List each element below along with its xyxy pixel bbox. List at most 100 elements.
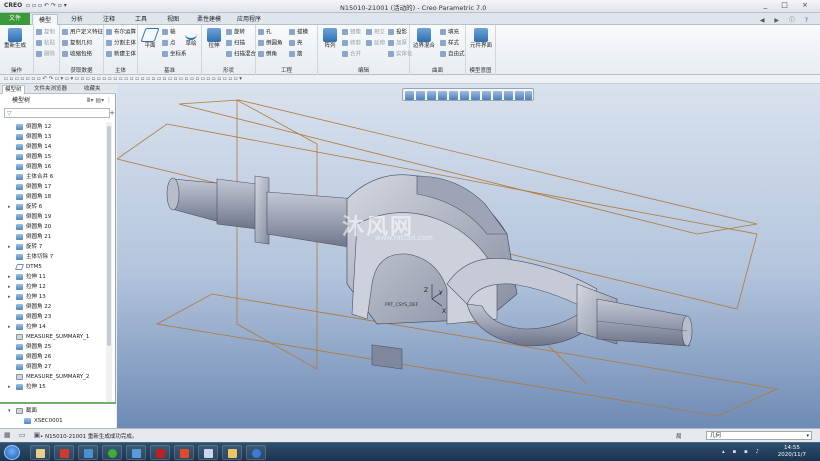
- tab-tools[interactable]: 工具: [128, 14, 154, 25]
- tab-analysis[interactable]: 分析: [64, 14, 90, 25]
- boolean-button[interactable]: 布尔运算: [106, 29, 136, 37]
- csys-button[interactable]: 坐标系: [162, 51, 187, 59]
- more-icon[interactable]: [525, 91, 532, 100]
- delete-button[interactable]: 删除: [36, 51, 55, 59]
- style-button[interactable]: 样式: [440, 40, 459, 48]
- tree-row[interactable]: 倒圆角 21: [0, 232, 104, 242]
- tree-row[interactable]: ▸ 拉伸 13: [0, 292, 104, 302]
- tree-row[interactable]: ▸ 旋转 6: [0, 202, 104, 212]
- tree-row[interactable]: 倒圆角 12: [0, 122, 104, 132]
- pattern-button[interactable]: 阵列: [318, 28, 342, 50]
- tree-row[interactable]: 倒圆角 22: [0, 302, 104, 312]
- tree-row[interactable]: MEASURE_SUMMARY_1: [0, 332, 104, 342]
- tree-row[interactable]: 倒圆角 25: [0, 342, 104, 352]
- hole-button[interactable]: 孔: [258, 29, 272, 37]
- taskbar-app-folder[interactable]: [222, 445, 242, 460]
- tree-row[interactable]: 倒圆角 18: [0, 192, 104, 202]
- expand-toggle[interactable]: ▸: [8, 322, 11, 332]
- taskbar-app-7[interactable]: [174, 445, 194, 460]
- sketch-button[interactable]: 草绘: [182, 28, 200, 48]
- tree-row[interactable]: ▸ 拉伸 11: [0, 272, 104, 282]
- tree-settings-icons[interactable]: Ⅲ▾ ▤▾ ⋮: [86, 95, 112, 106]
- tree-search-input[interactable]: [17, 110, 87, 117]
- tab-flexible-modeling[interactable]: 柔性建模: [192, 14, 226, 25]
- point-button[interactable]: 点: [162, 40, 176, 48]
- tree-row[interactable]: 倒圆角 23: [0, 312, 104, 322]
- expand-toggle[interactable]: ▸: [8, 292, 11, 302]
- tab-file[interactable]: 文件: [0, 13, 30, 25]
- window-controls[interactable]: _ □ ×: [764, 1, 814, 9]
- shrinkwrap-button[interactable]: 收缩包络: [62, 51, 92, 59]
- tree-row[interactable]: ▸ 拉伸 12: [0, 282, 104, 292]
- display-style-icon[interactable]: [449, 91, 458, 100]
- section-row[interactable]: ▾ 截面: [0, 406, 110, 416]
- taskbar-app-5[interactable]: [126, 445, 146, 460]
- refit-icon[interactable]: [405, 91, 414, 100]
- tree-row[interactable]: 倒圆角 19: [0, 212, 104, 222]
- tree-row[interactable]: DTM5: [0, 262, 104, 272]
- tree-row[interactable]: ▸ 旋转 7: [0, 242, 104, 252]
- trim-button[interactable]: 修剪: [342, 40, 361, 48]
- chamfer-button[interactable]: 倒角: [258, 51, 277, 59]
- status-icons[interactable]: ▦ ▭ ▣: [4, 431, 43, 439]
- taskbar-app-wps[interactable]: [54, 445, 74, 460]
- tree-row[interactable]: 倒圆角 17: [0, 182, 104, 192]
- quick-access-toolbar[interactable]: ▫ ▫ ▫ ↶ ↷ ▫ ▾: [26, 2, 67, 9]
- taskbar-app-3[interactable]: [78, 445, 98, 460]
- tab-annotate[interactable]: 注释: [96, 14, 122, 25]
- tab-model[interactable]: 模型: [32, 14, 58, 25]
- selection-filter-dropdown[interactable]: 几何 ▾: [706, 431, 812, 440]
- expand-toggle[interactable]: ▾: [8, 406, 11, 416]
- revolve-button[interactable]: 旋转: [226, 29, 245, 37]
- tab-folder-browser[interactable]: 文件夹浏览器: [32, 85, 69, 93]
- tree-row[interactable]: 倒圆角 20: [0, 222, 104, 232]
- taskbar-app-ie[interactable]: [246, 445, 266, 460]
- xsec-row[interactable]: XSEC0001: [8, 416, 108, 426]
- taskbar-app-creo[interactable]: [198, 445, 218, 460]
- paste-button[interactable]: 粘贴: [36, 40, 55, 48]
- tree-row[interactable]: ▸ 拉伸 14: [0, 322, 104, 332]
- swept-blend-button[interactable]: 扫描混合: [226, 51, 256, 59]
- udf-button[interactable]: 用户定义特征: [62, 29, 103, 37]
- zoom-out-icon[interactable]: [427, 91, 436, 100]
- split-body-button[interactable]: 分割主体: [106, 40, 136, 48]
- repaint-icon[interactable]: [438, 91, 447, 100]
- fill-button[interactable]: 填充: [440, 29, 459, 37]
- thicken-button[interactable]: 加厚: [388, 40, 407, 48]
- tree-row[interactable]: MEASURE_SUMMARY_2: [0, 372, 104, 382]
- project-button[interactable]: 投影: [388, 29, 407, 37]
- spin-center-icon[interactable]: [515, 91, 524, 100]
- tree-row[interactable]: 主体合并 6: [0, 172, 104, 182]
- expand-toggle[interactable]: ▸: [8, 202, 11, 212]
- tree-row[interactable]: 倒圆角 14: [0, 142, 104, 152]
- zoom-in-icon[interactable]: [416, 91, 425, 100]
- add-filter-icon[interactable]: +: [109, 109, 115, 117]
- copy-geometry-button[interactable]: 复制几何: [62, 40, 92, 48]
- tree-row[interactable]: 倒圆角 13: [0, 132, 104, 142]
- freestyle-button[interactable]: 自由式: [440, 51, 465, 59]
- extend-button[interactable]: 延伸: [366, 40, 385, 48]
- help-icons[interactable]: ◀ ▶ ⓘ ?: [760, 15, 812, 24]
- tree-scrollbar[interactable]: [106, 122, 112, 402]
- tab-model-tree[interactable]: 模型树: [2, 85, 25, 94]
- system-tray[interactable]: ▴ ▪ ▪ ♪: [722, 449, 762, 455]
- component-interface-button[interactable]: 元件界面: [468, 28, 494, 50]
- mirror-button[interactable]: 镜像: [342, 29, 361, 37]
- round-button[interactable]: 倒圆角: [258, 40, 283, 48]
- sweep-button[interactable]: 扫描: [226, 40, 245, 48]
- tab-applications[interactable]: 应用程序: [232, 14, 266, 25]
- taskbar-clock[interactable]: 14:55 2020/11/7: [778, 445, 806, 459]
- strip-icons[interactable]: ▫ ▫ ▫ ▫ ▫ ▫ ▫ ↶ ↷ ▫ ▾ ▫ ▾ ▫ ▫ ▫ ▫ ▫ ▫ ▫ …: [4, 76, 242, 82]
- draft-button[interactable]: 拔模: [289, 29, 308, 37]
- regenerate-button[interactable]: 重新生成: [3, 28, 27, 50]
- scrollbar-thumb[interactable]: [107, 126, 111, 346]
- taskbar-app-pdf[interactable]: [150, 445, 170, 460]
- taskbar-app-explorer[interactable]: [30, 445, 50, 460]
- tree-row[interactable]: 倒圆角 16: [0, 162, 104, 172]
- intersect-button[interactable]: 相交: [366, 29, 385, 37]
- start-button[interactable]: [4, 445, 20, 460]
- tab-view[interactable]: 视图: [160, 14, 186, 25]
- taskbar-app-wechat[interactable]: [102, 445, 122, 460]
- status-icon-label[interactable]: 局: [676, 432, 682, 440]
- saved-orientations-icon[interactable]: [460, 91, 469, 100]
